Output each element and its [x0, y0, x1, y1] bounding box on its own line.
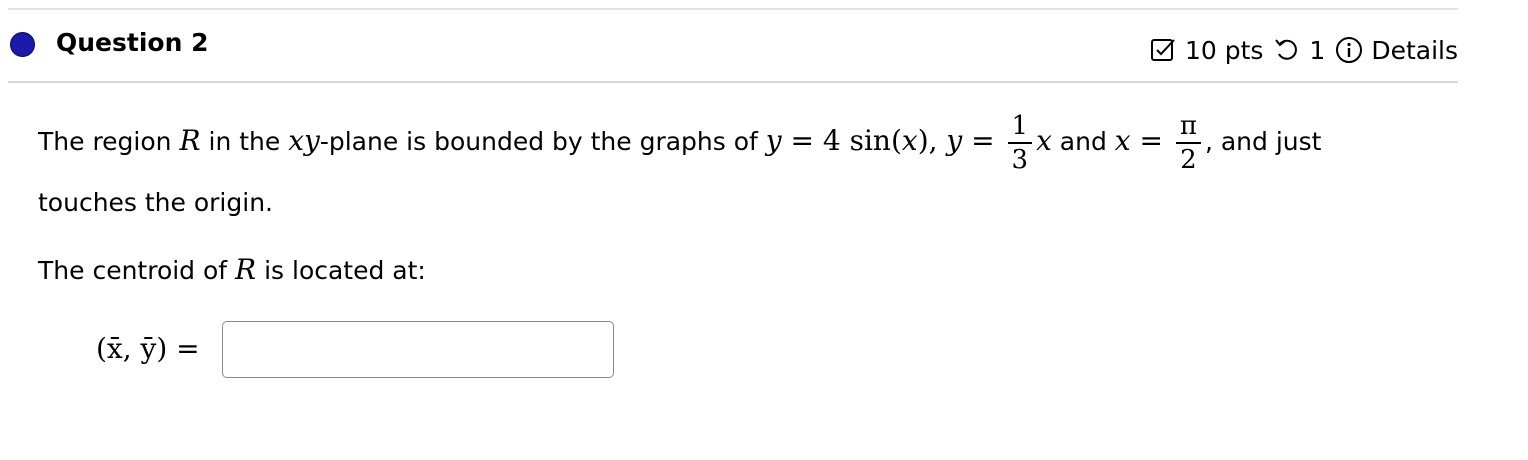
region-variable: R	[179, 124, 201, 157]
math-var: x	[1036, 124, 1052, 157]
prompt-text: The centroid of	[38, 256, 236, 285]
problem-text-line2: touches the origin.	[38, 188, 273, 217]
math-var: y	[946, 124, 963, 157]
math-var: y	[765, 124, 782, 157]
fraction-denominator: 2	[1180, 145, 1197, 175]
problem-text: in the	[200, 127, 289, 156]
region-variable: R	[235, 253, 257, 286]
details-link[interactable]: Details	[1371, 36, 1458, 65]
problem-statement: The region R in the xy-plane is bounded …	[38, 110, 1438, 176]
header-divider	[8, 81, 1458, 83]
math-expr: 4 sin(	[822, 124, 902, 157]
question-title: Question 2	[56, 28, 209, 57]
math-op: =	[962, 124, 1004, 157]
centroid-answer-input[interactable]	[222, 321, 614, 378]
problem-text: and	[1051, 127, 1115, 156]
fraction-one-third: 13	[1007, 110, 1033, 176]
centroid-prompt: The centroid of R is located at:	[38, 253, 426, 286]
fraction-pi-over-two: π2	[1175, 110, 1201, 176]
plane-variable: xy	[288, 124, 320, 157]
fraction-denominator: 3	[1011, 145, 1029, 175]
math-var: x	[901, 124, 918, 157]
undo-icon	[1273, 36, 1301, 64]
status-indicator-icon	[10, 32, 35, 57]
points-value: 10 pts	[1184, 35, 1264, 65]
prompt-text: is located at:	[256, 256, 426, 285]
question-header: Question 2 10 pts 1 Details	[8, 10, 1458, 82]
problem-text: -plane is bounded by the graphs of	[319, 127, 766, 156]
problem-text: The region	[38, 127, 180, 156]
fraction-numerator: 1	[1007, 110, 1033, 144]
fraction-numerator: π	[1175, 110, 1201, 144]
checkbox-icon	[1149, 36, 1177, 64]
info-icon[interactable]	[1335, 36, 1363, 64]
math-op: =	[1130, 124, 1172, 157]
answer-label: (x̄, ȳ) =	[96, 332, 200, 365]
question-meta: 10 pts 1 Details	[1149, 32, 1458, 68]
math-expr: ),	[917, 124, 947, 157]
attempts-value: 1	[1309, 35, 1326, 65]
math-var: x	[1114, 124, 1131, 157]
problem-text: , and just	[1204, 127, 1322, 156]
math-op: =	[781, 124, 823, 157]
